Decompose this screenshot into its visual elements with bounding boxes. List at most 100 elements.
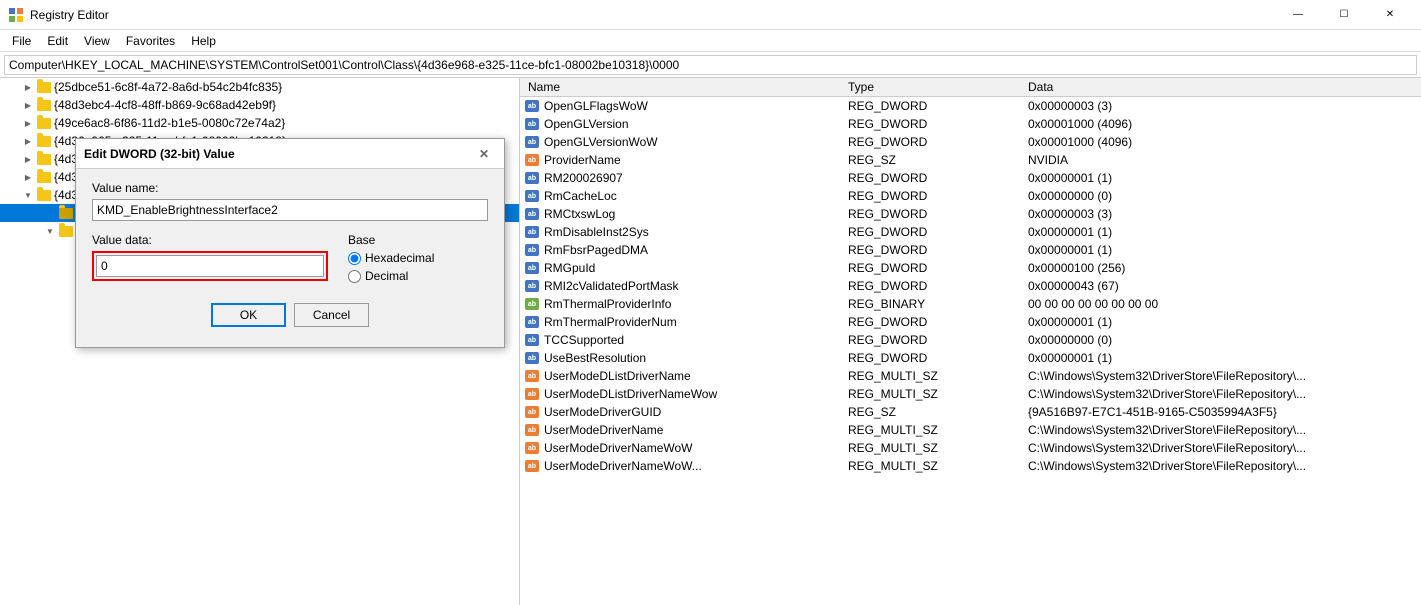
row-type: REG_MULTI_SZ xyxy=(840,387,1020,401)
row-data: C:\Windows\System32\DriverStore\FileRepo… xyxy=(1020,441,1421,455)
row-name: ab OpenGLFlagsWoW xyxy=(520,98,840,114)
row-type: REG_BINARY xyxy=(840,297,1020,311)
reg-type-icon: ab xyxy=(524,116,540,132)
table-row[interactable]: ab OpenGLVersion REG_DWORD 0x00001000 (4… xyxy=(520,115,1421,133)
row-name: ab UserModeDriverNameWoW... xyxy=(520,458,840,474)
menu-bar: File Edit View Favorites Help xyxy=(0,30,1421,52)
value-data-base-row: Value data: Base Hexadecimal xyxy=(92,233,488,287)
table-row[interactable]: ab UserModeDListDriverNameWow REG_MULTI_… xyxy=(520,385,1421,403)
row-name: ab RMGpuId xyxy=(520,260,840,276)
table-row[interactable]: ab RMGpuId REG_DWORD 0x00000100 (256) xyxy=(520,259,1421,277)
reg-type-icon: ab xyxy=(524,386,540,402)
table-row[interactable]: ab RmThermalProviderNum REG_DWORD 0x0000… xyxy=(520,313,1421,331)
value-data-input[interactable] xyxy=(96,255,324,277)
table-row[interactable]: ab RM200026907 REG_DWORD 0x00000001 (1) xyxy=(520,169,1421,187)
address-input[interactable] xyxy=(4,55,1417,75)
reg-type-icon: ab xyxy=(524,368,540,384)
row-data: NVIDIA xyxy=(1020,153,1421,167)
dialog-close-button[interactable]: ✕ xyxy=(472,142,496,166)
table-row[interactable]: ab UserModeDListDriverName REG_MULTI_SZ … xyxy=(520,367,1421,385)
table-row[interactable]: ab RmCacheLoc REG_DWORD 0x00000000 (0) xyxy=(520,187,1421,205)
row-data: 0x00000001 (1) xyxy=(1020,243,1421,257)
reg-type-icon: ab xyxy=(524,170,540,186)
app-title: Registry Editor xyxy=(30,8,1275,22)
value-data-box xyxy=(92,251,328,281)
menu-view[interactable]: View xyxy=(76,32,118,50)
row-type: REG_DWORD xyxy=(840,99,1020,113)
reg-type-icon: ab xyxy=(524,224,540,240)
reg-type-icon: ab xyxy=(524,152,540,168)
row-name: ab RmThermalProviderNum xyxy=(520,314,840,330)
base-label: Base xyxy=(348,233,488,247)
right-panel: Name Type Data ab OpenGLFlagsWoW REG_DWO… xyxy=(520,78,1421,605)
table-row[interactable]: ab RmDisableInst2Sys REG_DWORD 0x0000000… xyxy=(520,223,1421,241)
row-name: ab UseBestResolution xyxy=(520,350,840,366)
row-name: ab RmFbsrPagedDMA xyxy=(520,242,840,258)
table-row[interactable]: ab UseBestResolution REG_DWORD 0x0000000… xyxy=(520,349,1421,367)
menu-favorites[interactable]: Favorites xyxy=(118,32,183,50)
maximize-button[interactable]: ☐ xyxy=(1321,0,1367,30)
value-data-group: Value data: xyxy=(92,233,328,287)
row-data: 0x00000001 (1) xyxy=(1020,351,1421,365)
row-name: ab OpenGLVersionWoW xyxy=(520,134,840,150)
value-name-label: Value name: xyxy=(92,181,488,195)
reg-type-icon: ab xyxy=(524,296,540,312)
table-row[interactable]: ab RmThermalProviderInfo REG_BINARY 00 0… xyxy=(520,295,1421,313)
reg-type-icon: ab xyxy=(524,242,540,258)
row-data: 00 00 00 00 00 00 00 00 xyxy=(1020,297,1421,311)
table-row[interactable]: ab TCCSupported REG_DWORD 0x00000000 (0) xyxy=(520,331,1421,349)
row-type: REG_MULTI_SZ xyxy=(840,369,1020,383)
reg-type-icon: ab xyxy=(524,206,540,222)
table-row[interactable]: ab RmFbsrPagedDMA REG_DWORD 0x00000001 (… xyxy=(520,241,1421,259)
row-data: 0x00000001 (1) xyxy=(1020,171,1421,185)
row-data: C:\Windows\System32\DriverStore\FileRepo… xyxy=(1020,387,1421,401)
table-row[interactable]: ab RMI2cValidatedPortMask REG_DWORD 0x00… xyxy=(520,277,1421,295)
row-data: 0x00000043 (67) xyxy=(1020,279,1421,293)
window-controls: — ☐ ✕ xyxy=(1275,0,1413,30)
menu-file[interactable]: File xyxy=(4,32,39,50)
dialog-buttons: OK Cancel xyxy=(92,299,488,335)
row-name: ab RM200026907 xyxy=(520,170,840,186)
row-type: REG_DWORD xyxy=(840,315,1020,329)
decimal-radio[interactable] xyxy=(348,270,361,283)
table-row[interactable]: ab UserModeDriverGUID REG_SZ {9A516B97-E… xyxy=(520,403,1421,421)
col-type-header: Type xyxy=(840,80,1020,94)
row-type: REG_MULTI_SZ xyxy=(840,423,1020,437)
table-row[interactable]: ab OpenGLVersionWoW REG_DWORD 0x00001000… xyxy=(520,133,1421,151)
row-data: 0x00000001 (1) xyxy=(1020,225,1421,239)
row-name: ab UserModeDriverNameWoW xyxy=(520,440,840,456)
dialog-body: Value name: Value data: Base xyxy=(76,169,504,347)
table-row[interactable]: ab ProviderName REG_SZ NVIDIA xyxy=(520,151,1421,169)
row-type: REG_DWORD xyxy=(840,135,1020,149)
row-data: 0x00000100 (256) xyxy=(1020,261,1421,275)
row-name: ab ProviderName xyxy=(520,152,840,168)
row-name: ab RmThermalProviderInfo xyxy=(520,296,840,312)
ok-button[interactable]: OK xyxy=(211,303,286,327)
value-name-input[interactable] xyxy=(92,199,488,221)
close-button[interactable]: ✕ xyxy=(1367,0,1413,30)
row-data: 0x00000003 (3) xyxy=(1020,207,1421,221)
table-row[interactable]: ab UserModeDriverNameWoW... REG_MULTI_SZ… xyxy=(520,457,1421,475)
menu-help[interactable]: Help xyxy=(183,32,224,50)
col-name-header: Name xyxy=(520,80,840,94)
row-data: C:\Windows\System32\DriverStore\FileRepo… xyxy=(1020,423,1421,437)
row-type: REG_SZ xyxy=(840,405,1020,419)
reg-type-icon: ab xyxy=(524,458,540,474)
menu-edit[interactable]: Edit xyxy=(39,32,76,50)
row-name: ab UserModeDListDriverName xyxy=(520,368,840,384)
table-row[interactable]: ab UserModeDriverNameWoW REG_MULTI_SZ C:… xyxy=(520,439,1421,457)
table-row[interactable]: ab RMCtxswLog REG_DWORD 0x00000003 (3) xyxy=(520,205,1421,223)
table-row[interactable]: ab OpenGLFlagsWoW REG_DWORD 0x00000003 (… xyxy=(520,97,1421,115)
cancel-button[interactable]: Cancel xyxy=(294,303,369,327)
row-type: REG_DWORD xyxy=(840,333,1020,347)
reg-type-icon: ab xyxy=(524,260,540,276)
reg-type-icon: ab xyxy=(524,422,540,438)
row-type: REG_DWORD xyxy=(840,261,1020,275)
table-row[interactable]: ab UserModeDriverName REG_MULTI_SZ C:\Wi… xyxy=(520,421,1421,439)
row-data: 0x00000001 (1) xyxy=(1020,315,1421,329)
dialog-title-bar: Edit DWORD (32-bit) Value ✕ xyxy=(76,139,504,169)
title-bar: Registry Editor — ☐ ✕ xyxy=(0,0,1421,30)
minimize-button[interactable]: — xyxy=(1275,0,1321,30)
hexadecimal-radio[interactable] xyxy=(348,252,361,265)
col-data-header: Data xyxy=(1020,80,1421,94)
